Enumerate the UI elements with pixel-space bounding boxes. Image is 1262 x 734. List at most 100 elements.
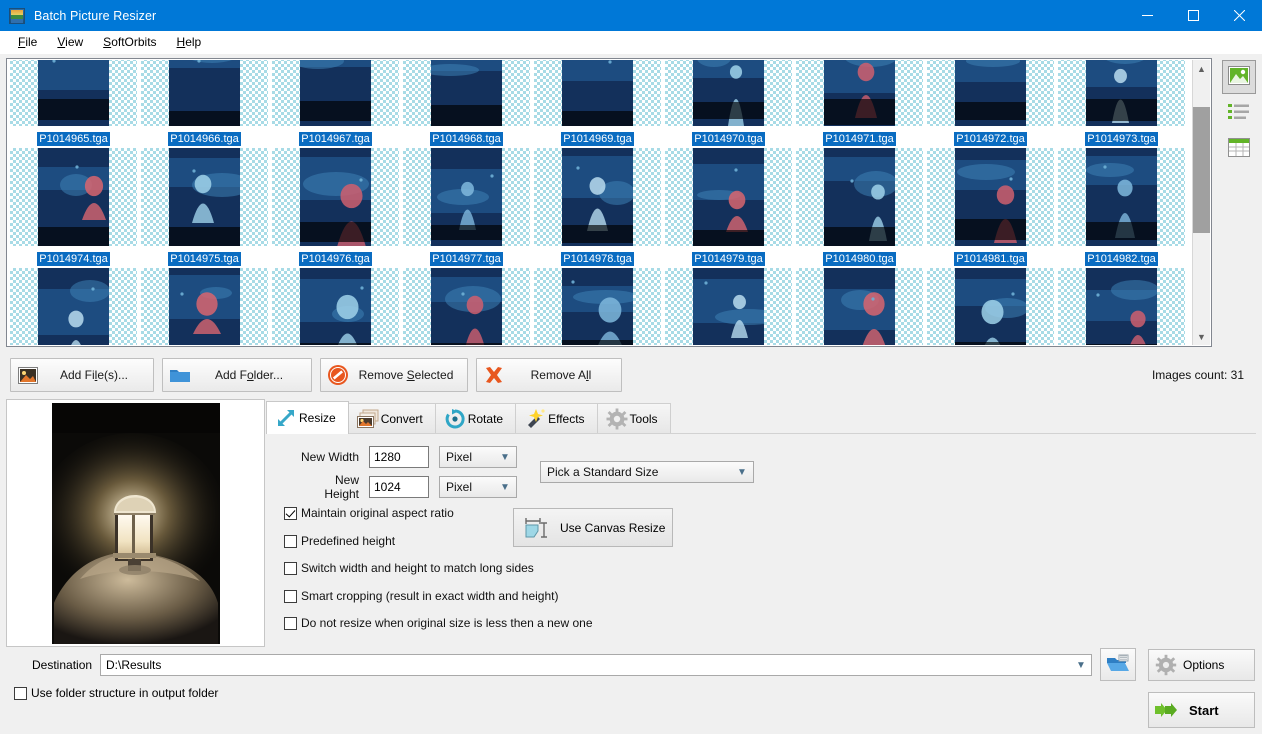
checkbox-maintain-aspect-ratio[interactable]: Maintain original aspect ratio [284, 506, 454, 520]
scroll-down-arrow[interactable]: ▼ [1193, 328, 1210, 345]
thumbnail-item[interactable]: P1014977.tga [401, 148, 532, 268]
thumbnail-item[interactable]: P1014982.tga [1056, 148, 1187, 268]
thumbnail-item[interactable]: P1014985.tga [270, 268, 401, 345]
options-button[interactable]: Options [1148, 649, 1255, 681]
thumbnail-image [141, 60, 268, 126]
thumbnail-item[interactable]: P1014979.tga [663, 148, 794, 268]
thumbnail-view-button[interactable] [1222, 60, 1256, 94]
thumbnail-label: P1014976.tga [270, 251, 401, 266]
thumbnail-label: P1014970.tga [663, 131, 794, 146]
remove-selected-button[interactable]: Remove Selected [320, 358, 468, 392]
list-icon [1227, 102, 1251, 124]
use-canvas-resize-button[interactable]: Use Canvas Resize [513, 508, 673, 547]
settings-tab-host: Resize Convert Rotate Effects Tools [266, 401, 1256, 647]
thumbnail-item[interactable]: P1014972.tga [925, 60, 1056, 148]
minimize-icon[interactable] [1124, 0, 1170, 31]
thumbnail-item[interactable]: P1014971.tga [794, 60, 925, 148]
thumbnail-label: P1014971.tga [794, 131, 925, 146]
tab-convert[interactable]: Convert [347, 403, 436, 434]
scroll-up-arrow[interactable]: ▲ [1193, 60, 1210, 77]
thumbnail-item[interactable]: P1014978.tga [532, 148, 663, 268]
thumbnail-item[interactable]: P1014969.tga [532, 60, 663, 148]
checkbox-do-not-resize[interactable]: Do not resize when original size is less… [284, 616, 593, 630]
thumbnail-image [534, 60, 661, 126]
tab-effects[interactable]: Effects [515, 403, 598, 434]
thumbnail-item[interactable]: P1014988.tga [663, 268, 794, 345]
checkbox-box[interactable] [284, 534, 297, 548]
close-icon[interactable] [1216, 0, 1262, 31]
thumbnail-image [141, 268, 268, 345]
thumbnail-item[interactable]: P1014973.tga [1056, 60, 1187, 148]
menu-bar: File View SoftOrbits Help [0, 31, 1262, 54]
thumbnail-filename: P1014967.tga [299, 132, 372, 146]
thumbnail-item[interactable]: P1014989.tga [794, 268, 925, 345]
list-view-button[interactable] [1222, 96, 1256, 130]
menu-file[interactable]: File [8, 33, 47, 51]
thumbnail-item[interactable]: P1014975.tga [139, 148, 270, 268]
details-view-button[interactable] [1222, 132, 1256, 166]
checkbox-box[interactable] [284, 506, 297, 520]
thumbnail-item[interactable]: P1014970.tga [663, 60, 794, 148]
new-width-label: New Width [300, 450, 359, 464]
thumbnail-item[interactable]: P1014983.tga [8, 268, 139, 345]
new-width-unit-select[interactable]: Pixel ▼ [439, 446, 517, 468]
thumbnail-filename: P1014980.tga [823, 252, 896, 266]
thumbnail-item[interactable]: P1014968.tga [401, 60, 532, 148]
new-height-label: New Height [324, 473, 359, 501]
checkbox-box[interactable] [284, 589, 297, 603]
checkbox-predefined-height[interactable]: Predefined height [284, 534, 395, 548]
new-height-unit-select[interactable]: Pixel ▼ [439, 476, 517, 498]
thumbnail-item[interactable]: P1014986.tga [401, 268, 532, 345]
thumbnail-filename: P1014981.tga [954, 252, 1027, 266]
tab-tools[interactable]: Tools [596, 403, 671, 434]
menu-softorbits[interactable]: SoftOrbits [93, 33, 166, 51]
thumbnail-item[interactable]: P1014981.tga [925, 148, 1056, 268]
thumbnail-image [1058, 60, 1185, 126]
thumbnail-grid: P1014965.tga P1014966.tga P1014967.tga P101… [8, 60, 1195, 345]
thumbnail-item[interactable]: P1014980.tga [794, 148, 925, 268]
image-list-panel[interactable]: P1014965.tga P1014966.tga P1014967.tga P101… [6, 58, 1212, 347]
maximize-icon[interactable] [1170, 0, 1216, 31]
chevron-down-icon[interactable]: ▼ [1071, 660, 1091, 671]
thumbnail-picture [169, 60, 240, 126]
thumbnail-item[interactable]: P1014966.tga [139, 60, 270, 148]
checkbox-box[interactable] [14, 686, 27, 700]
new-height-input[interactable] [369, 476, 429, 498]
add-files-button[interactable]: Add File(s)... [10, 358, 154, 392]
menu-help[interactable]: Help [167, 33, 212, 51]
thumbnail-item[interactable]: P1014991.tga [1056, 268, 1187, 345]
checkbox-smart-cropping[interactable]: Smart cropping (result in exact width an… [284, 589, 558, 603]
new-width-input[interactable] [369, 446, 429, 468]
standard-size-select[interactable]: Pick a Standard Size ▼ [540, 461, 754, 483]
checkbox-use-folder-structure[interactable]: Use folder structure in output folder [14, 686, 218, 700]
thumbnail-label: P1014978.tga [532, 251, 663, 266]
image-list-scrollbar[interactable]: ▲ ▼ [1192, 60, 1210, 345]
menu-view[interactable]: View [47, 33, 93, 51]
thumbnail-picture [562, 148, 633, 246]
view-mode-buttons [1222, 60, 1256, 168]
thumbnail-filename: P1014971.tga [823, 132, 896, 146]
remove-all-button[interactable]: Remove All [476, 358, 622, 392]
checkbox-box[interactable] [284, 561, 297, 575]
tab-convert-label: Convert [380, 412, 423, 426]
destination-input[interactable]: D:\Results ▼ [100, 654, 1092, 676]
thumbnail-item[interactable]: P1014967.tga [270, 60, 401, 148]
start-button[interactable]: Start [1148, 692, 1255, 728]
thumbnail-item[interactable]: P1014990.tga [925, 268, 1056, 345]
thumbnail-item[interactable]: P1014976.tga [270, 148, 401, 268]
add-folder-button[interactable]: Add Folder... [162, 358, 312, 392]
checkbox-box[interactable] [284, 616, 297, 630]
window-title: Batch Picture Resizer [34, 8, 157, 23]
scrollbar-thumb[interactable] [1193, 107, 1210, 233]
tab-rotate[interactable]: Rotate [434, 403, 517, 434]
thumbnail-item[interactable]: P1014965.tga [8, 60, 139, 148]
thumbnail-item[interactable]: P1014974.tga [8, 148, 139, 268]
thumbnail-picture [38, 60, 109, 126]
thumbnail-item[interactable]: P1014987.tga [532, 268, 663, 345]
thumbnail-image [10, 268, 137, 345]
tab-resize[interactable]: Resize [266, 401, 349, 434]
checkbox-switch-width-height[interactable]: Switch width and height to match long si… [284, 561, 534, 575]
thumbnail-item[interactable]: P1014984.tga [139, 268, 270, 345]
browse-destination-button[interactable] [1100, 648, 1136, 681]
thumbnail-image [796, 148, 923, 246]
